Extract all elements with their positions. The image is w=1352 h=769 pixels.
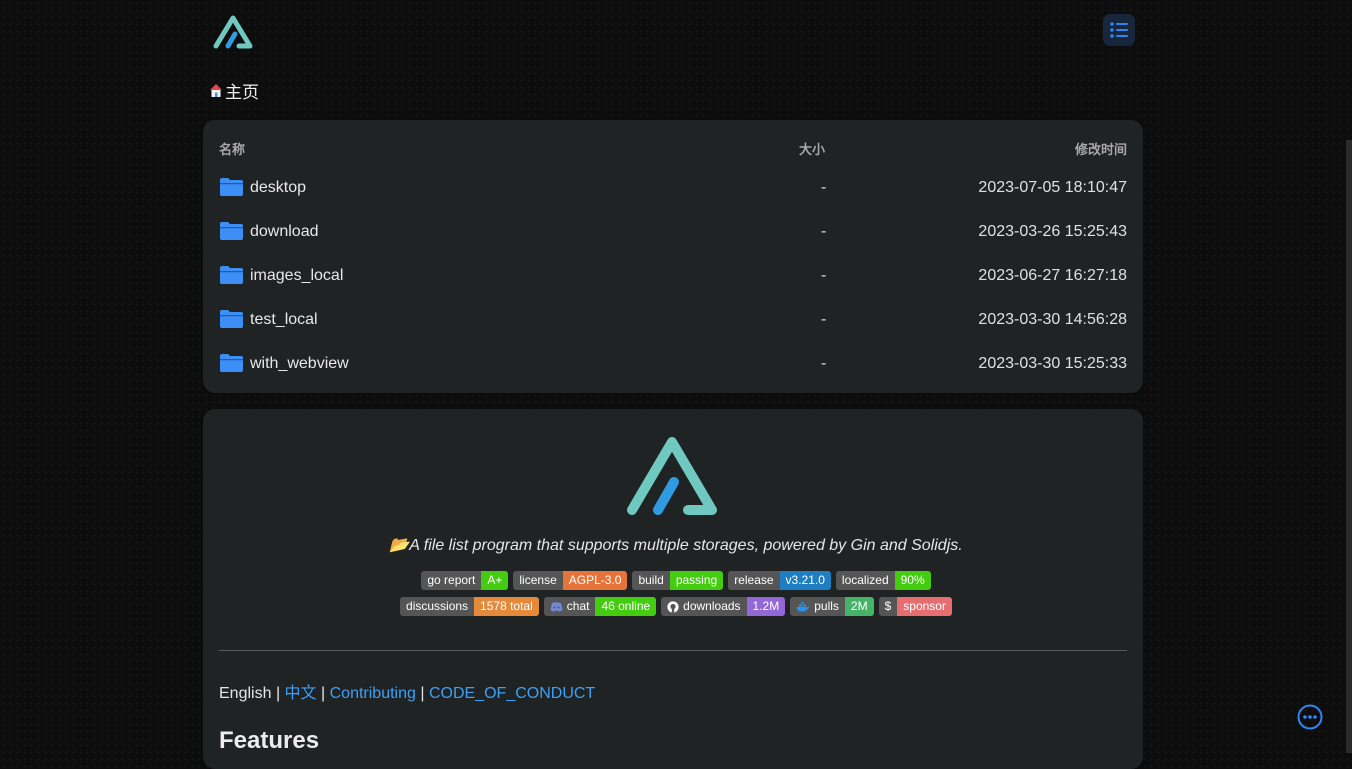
badge-label-text: $ bbox=[884, 599, 892, 613]
menu-toggle-button[interactable] bbox=[1103, 14, 1135, 46]
badge-value: A+ bbox=[481, 571, 509, 590]
badge-label-text: release bbox=[734, 573, 774, 587]
folder-icon bbox=[220, 354, 243, 372]
chinese-link[interactable]: 中文 bbox=[285, 685, 317, 702]
badge-label: chat bbox=[543, 597, 596, 616]
file-name[interactable]: download bbox=[250, 223, 319, 241]
file-row[interactable]: desktop - 2023-07-05 18:10:47 bbox=[203, 167, 1143, 211]
badge-label-text: chat bbox=[566, 599, 590, 613]
separator: | bbox=[420, 685, 425, 702]
english-label: English bbox=[219, 685, 272, 702]
file-modified: 2023-03-30 15:25:33 bbox=[978, 355, 1127, 372]
badge-label: $ bbox=[878, 597, 898, 616]
separator: | bbox=[321, 685, 326, 702]
github-icon bbox=[667, 600, 679, 613]
scrollbar-thumb[interactable] bbox=[1346, 140, 1352, 753]
column-header-modified[interactable]: 修改时间 bbox=[1075, 139, 1127, 158]
docker-icon bbox=[796, 601, 810, 611]
file-modified: 2023-06-27 16:27:18 bbox=[978, 267, 1127, 284]
badge-row-1: go report A+ license AGPL-3.0 build passing re… bbox=[0, 571, 1352, 590]
badge-value: 90% bbox=[894, 571, 931, 590]
badge-label-text: go report bbox=[427, 573, 476, 587]
badge-label: release bbox=[728, 571, 780, 590]
file-name[interactable]: with_webview bbox=[250, 355, 349, 373]
file-row[interactable]: download - 2023-03-26 15:25:43 bbox=[203, 211, 1143, 255]
badge-value: AGPL-3.0 bbox=[562, 571, 628, 590]
more-options-icon[interactable] bbox=[1297, 704, 1323, 730]
badge-value: 46 online bbox=[595, 597, 657, 616]
badge-label-text: localized bbox=[841, 573, 889, 587]
badge-value: 1.2M bbox=[746, 597, 786, 616]
alist-logo-icon[interactable] bbox=[211, 12, 255, 50]
badge[interactable]: chat 46 online bbox=[543, 597, 657, 616]
badge-value: 1578 total bbox=[474, 597, 539, 616]
folder-icon bbox=[220, 178, 243, 196]
badge-label: build bbox=[632, 571, 670, 590]
code-of-conduct-link[interactable]: CODE_OF_CONDUCT bbox=[429, 685, 595, 702]
house-icon bbox=[210, 84, 222, 97]
column-header-size[interactable]: 大小 bbox=[799, 139, 825, 158]
file-row[interactable]: test_local - 2023-03-30 14:56:28 bbox=[203, 299, 1143, 343]
badge-label: go report bbox=[421, 571, 482, 590]
badge-label: pulls bbox=[790, 597, 845, 616]
badge[interactable]: license AGPL-3.0 bbox=[513, 571, 628, 590]
file-modified: 2023-07-05 18:10:47 bbox=[978, 179, 1127, 196]
discord-icon bbox=[550, 601, 563, 612]
breadcrumb-home-label: 主页 bbox=[225, 83, 259, 102]
badge[interactable]: pulls 2M bbox=[790, 597, 874, 616]
folder-icon bbox=[220, 266, 243, 284]
badge-label-text: pulls bbox=[814, 599, 839, 613]
column-header-name[interactable]: 名称 bbox=[219, 139, 245, 158]
file-name[interactable]: test_local bbox=[250, 311, 318, 329]
badge[interactable]: release v3.21.0 bbox=[728, 571, 831, 590]
file-name[interactable]: images_local bbox=[250, 267, 343, 285]
file-row[interactable]: with_webview - 2023-03-30 15:25:33 bbox=[203, 343, 1143, 387]
alist-large-logo-icon bbox=[627, 437, 717, 515]
badge[interactable]: build passing bbox=[632, 571, 724, 590]
file-size: - bbox=[821, 355, 827, 372]
badge[interactable]: downloads 1.2M bbox=[661, 597, 786, 616]
breadcrumb[interactable]: 主页 bbox=[209, 78, 259, 103]
badge-value: passing bbox=[669, 571, 724, 590]
file-size: - bbox=[821, 267, 827, 284]
file-size: - bbox=[821, 223, 827, 240]
badge-label: localized bbox=[835, 571, 895, 590]
folder-icon bbox=[220, 310, 243, 328]
divider bbox=[219, 650, 1127, 651]
badge-label: downloads bbox=[661, 597, 747, 616]
badge-label-text: downloads bbox=[683, 599, 741, 613]
badge-row-2: discussions 1578 total chat 46 online downlo… bbox=[0, 597, 1352, 616]
badge-label: license bbox=[513, 571, 563, 590]
file-name[interactable]: desktop bbox=[250, 179, 306, 197]
badge[interactable]: go report A+ bbox=[421, 571, 509, 590]
badge[interactable]: localized 90% bbox=[835, 571, 931, 590]
list-icon bbox=[1110, 22, 1128, 38]
features-heading: Features bbox=[219, 727, 320, 754]
badge-value: 2M bbox=[844, 597, 874, 616]
readme-tagline: 📂A file list program that supports multi… bbox=[389, 537, 963, 554]
badge-label: discussions bbox=[400, 597, 475, 616]
separator: | bbox=[275, 685, 281, 702]
file-modified: 2023-03-26 15:25:43 bbox=[978, 223, 1127, 240]
file-row[interactable]: images_local - 2023-06-27 16:27:18 bbox=[203, 255, 1143, 299]
badge-label-text: license bbox=[519, 573, 557, 587]
language-links: English | 中文 | Contributing | CODE_OF_CO… bbox=[219, 679, 595, 703]
file-size: - bbox=[821, 311, 827, 328]
badge-label-text: build bbox=[638, 573, 664, 587]
contributing-link[interactable]: Contributing bbox=[330, 685, 416, 702]
folder-icon bbox=[220, 222, 243, 240]
badge[interactable]: $ sponsor bbox=[878, 597, 952, 616]
file-modified: 2023-03-30 14:56:28 bbox=[978, 311, 1127, 328]
file-size: - bbox=[821, 179, 827, 196]
badge-value: sponsor bbox=[897, 597, 952, 616]
badge[interactable]: discussions 1578 total bbox=[400, 597, 539, 616]
badge-value: v3.21.0 bbox=[779, 571, 831, 590]
badge-label-text: discussions bbox=[406, 599, 469, 613]
